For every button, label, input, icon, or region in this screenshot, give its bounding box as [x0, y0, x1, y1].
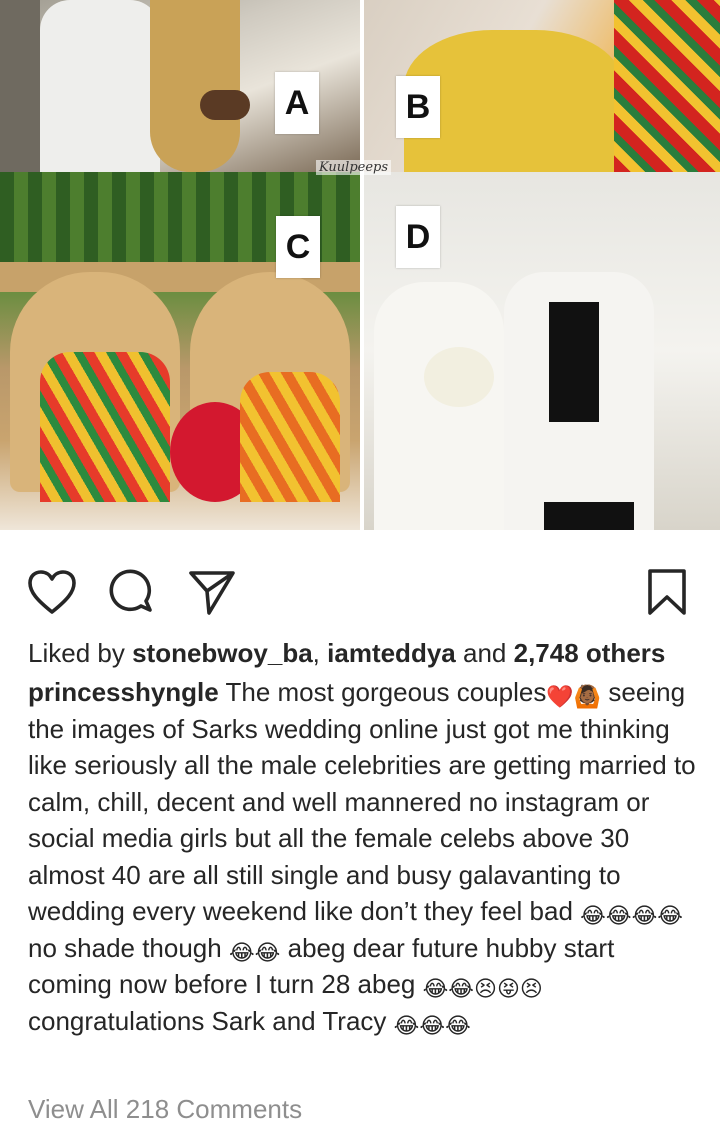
- caption-username[interactable]: princesshyngle: [28, 677, 219, 707]
- comment-button[interactable]: [106, 566, 158, 618]
- label-a: A: [275, 72, 319, 134]
- share-button[interactable]: [186, 566, 238, 618]
- bouquet: [424, 347, 494, 407]
- post-action-bar: [0, 560, 720, 616]
- tree-trunk: [0, 0, 40, 172]
- hands: [200, 90, 250, 120]
- view-all-comments-link[interactable]: View All 218 Comments: [28, 1094, 302, 1124]
- laughing-emojis-3: 😂😂: [422, 976, 475, 1001]
- send-icon: [189, 571, 235, 615]
- likes-summary: Liked by stonebwoy_ba, iamteddya and 2,7…: [28, 636, 698, 670]
- likes-separator: ,: [312, 638, 320, 668]
- like-button[interactable]: [26, 566, 78, 618]
- label-d: D: [396, 206, 440, 268]
- post-caption: princesshyngle The most gorgeous couples…: [28, 674, 698, 1039]
- post-image-collage[interactable]: A B C D Kuulpeeps: [0, 0, 720, 530]
- liked-by-prefix: Liked by: [28, 638, 125, 668]
- groom-kente: [40, 352, 170, 502]
- heart-icon: [28, 570, 76, 614]
- save-button[interactable]: [641, 566, 693, 618]
- heart-emoji: ❤️: [546, 684, 574, 709]
- likes-and: and: [462, 638, 507, 668]
- gold-outfit: [150, 0, 240, 172]
- groom-trousers: [544, 502, 634, 530]
- gesture-emoji: 🙆🏾: [573, 684, 602, 709]
- laughing-emojis-1: 😂😂😂😂: [580, 903, 683, 928]
- label-c: C: [276, 216, 320, 278]
- kente-cloth: [614, 0, 720, 172]
- squinting-emojis: 😣😝😣: [474, 976, 543, 1001]
- groom-black-shirt: [549, 302, 599, 422]
- bookmark-icon: [648, 569, 686, 615]
- likes-others-link[interactable]: 2,748 others: [514, 638, 666, 668]
- laughing-emojis-2: 😂😂: [228, 939, 281, 965]
- caption-text-1: The most gorgeous couples: [225, 677, 547, 707]
- comment-icon: [109, 569, 152, 612]
- laughing-emojis-4: 😂😂😂: [393, 1012, 471, 1038]
- white-outfit: [40, 0, 160, 172]
- caption-text-5: congratulations Sark and Tracy: [28, 1005, 387, 1036]
- bride-dress: [374, 282, 504, 530]
- caption-text-3: no shade though: [28, 932, 222, 963]
- watermark-text: Kuulpeeps: [316, 160, 392, 175]
- bride-kente: [240, 372, 340, 502]
- liker-username-2[interactable]: iamteddya: [327, 638, 456, 668]
- caption-text-2: seeing the images of Sarks wedding onlin…: [28, 677, 696, 926]
- liker-username-1[interactable]: stonebwoy_ba: [132, 638, 313, 668]
- label-b: B: [396, 76, 440, 138]
